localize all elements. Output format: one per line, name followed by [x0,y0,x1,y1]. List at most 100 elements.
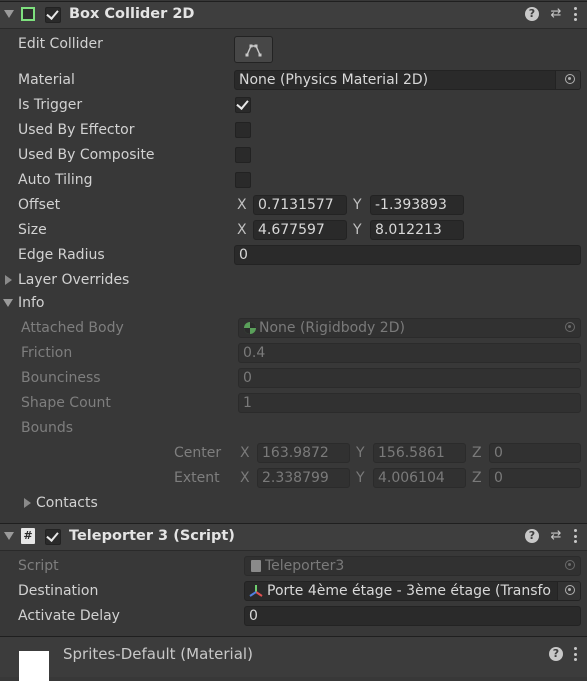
edge-radius-label: Edge Radius [18,247,105,263]
layer-overrides-foldout-icon[interactable] [5,275,12,285]
used-by-effector-checkbox[interactable] [235,122,251,138]
bounciness-value: 0 [243,370,252,386]
contacts-label[interactable]: Contacts [36,495,98,511]
material-label: Material [18,72,75,88]
teleporter-header[interactable]: # Teleporter 3 (Script) ? ⇄ [0,523,587,551]
script-file-icon [251,560,261,572]
offset-label: Offset [18,197,61,213]
bounciness-field: 0 [238,368,581,388]
attached-body-field: None (Rigidbody 2D) [238,318,581,338]
destination-field[interactable]: Porte 4ème étage - 3ème étage (Transfo [244,581,581,601]
kebab-menu-icon[interactable] [573,529,577,543]
size-y-label: Y [353,222,362,238]
auto-tiling-checkbox[interactable] [235,172,251,188]
center-x-field: 163.9872 [257,443,350,463]
extent-z-label: Z [472,470,482,486]
center-z-label: Z [472,445,482,461]
component-enabled-checkbox[interactable] [45,529,61,545]
foldout-arrow-icon[interactable] [4,532,14,540]
bounciness-label: Bounciness [21,370,101,386]
kebab-menu-icon[interactable] [573,7,577,21]
script-value: Teleporter3 [265,558,345,574]
center-y-field: 156.5861 [373,443,466,463]
object-picker-icon [565,322,575,332]
extent-y-field: 4.006104 [373,468,466,488]
shape-count-value: 1 [243,395,252,411]
friction-label: Friction [21,345,73,361]
transform-icon [249,585,263,597]
edge-radius-field[interactable]: 0 [234,245,581,265]
used-by-composite-label: Used By Composite [18,147,155,163]
used-by-composite-checkbox[interactable] [235,147,251,163]
edge-radius-value: 0 [239,247,248,263]
material-field[interactable]: None (Physics Material 2D) [234,70,581,90]
center-label: Center [174,445,222,461]
help-icon[interactable]: ? [549,647,563,661]
extent-z-field: 0 [489,468,581,488]
is-trigger-label: Is Trigger [18,97,83,113]
component-enabled-checkbox[interactable] [45,7,61,23]
size-label: Size [18,222,47,238]
activate-delay-label: Activate Delay [18,608,120,624]
layer-overrides-label[interactable]: Layer Overrides [18,272,129,288]
rigidbody-icon [244,322,256,334]
material-title: Sprites-Default (Material) [63,645,253,663]
script-field: Teleporter3 [244,556,581,576]
center-y-value: 156.5861 [378,445,445,461]
center-z-value: 0 [494,445,503,461]
extent-x-value: 2.338799 [262,470,329,486]
object-picker-icon[interactable] [565,585,575,595]
bounds-label: Bounds [21,420,74,436]
destination-value: Porte 4ème étage - 3ème étage (Transfo [267,583,551,599]
extent-label: Extent [174,470,220,486]
edit-collider-label: Edit Collider [18,36,103,52]
preset-icon[interactable]: ⇄ [549,7,563,21]
help-icon[interactable]: ? [525,7,539,21]
attached-body-value: None (Rigidbody 2D) [259,320,405,336]
is-trigger-checkbox[interactable] [235,97,251,113]
edit-shape-icon [245,44,262,57]
offset-x-label: X [237,197,247,213]
destination-label: Destination [18,583,99,599]
contacts-foldout-icon[interactable] [24,498,31,508]
size-x-field[interactable]: 4.677597 [253,220,347,240]
material-preview-swatch [19,651,49,681]
offset-x-value: 0.7131577 [258,197,334,213]
help-icon[interactable]: ? [525,529,539,543]
size-x-value: 4.677597 [258,222,325,238]
offset-y-value: -1.393893 [375,197,447,213]
preset-icon[interactable]: ⇄ [549,529,563,543]
offset-y-field[interactable]: -1.393893 [370,195,464,215]
center-y-label: Y [356,445,365,461]
extent-y-label: Y [356,470,365,486]
component-title: Box Collider 2D [69,6,195,22]
script-label: Script [18,558,59,574]
shape-count-field: 1 [238,393,581,413]
info-foldout-icon[interactable] [3,299,13,307]
script-icon: # [21,528,35,544]
size-y-value: 8.012213 [375,222,442,238]
object-picker-icon[interactable] [565,74,575,84]
size-y-field[interactable]: 8.012213 [370,220,464,240]
attached-body-label: Attached Body [21,320,124,336]
center-z-field: 0 [489,443,581,463]
box-collider-header[interactable]: Box Collider 2D ? ⇄ [0,1,587,29]
extent-y-value: 4.006104 [378,470,445,486]
activate-delay-value: 0 [249,608,258,624]
shape-count-label: Shape Count [21,395,111,411]
kebab-menu-icon[interactable] [573,647,577,661]
extent-x-label: X [240,470,250,486]
collider-icon [21,7,35,21]
center-x-value: 163.9872 [262,445,329,461]
info-label[interactable]: Info [18,295,45,311]
offset-x-field[interactable]: 0.7131577 [253,195,347,215]
component-title: Teleporter 3 (Script) [69,528,235,544]
activate-delay-field[interactable]: 0 [244,606,581,626]
auto-tiling-label: Auto Tiling [18,172,93,188]
object-picker-icon [565,560,575,570]
used-by-effector-label: Used By Effector [18,122,135,138]
foldout-arrow-icon[interactable] [4,10,14,18]
material-section: Sprites-Default (Material) ? [0,636,587,681]
material-value: None (Physics Material 2D) [239,72,429,88]
edit-collider-button[interactable] [234,36,273,63]
